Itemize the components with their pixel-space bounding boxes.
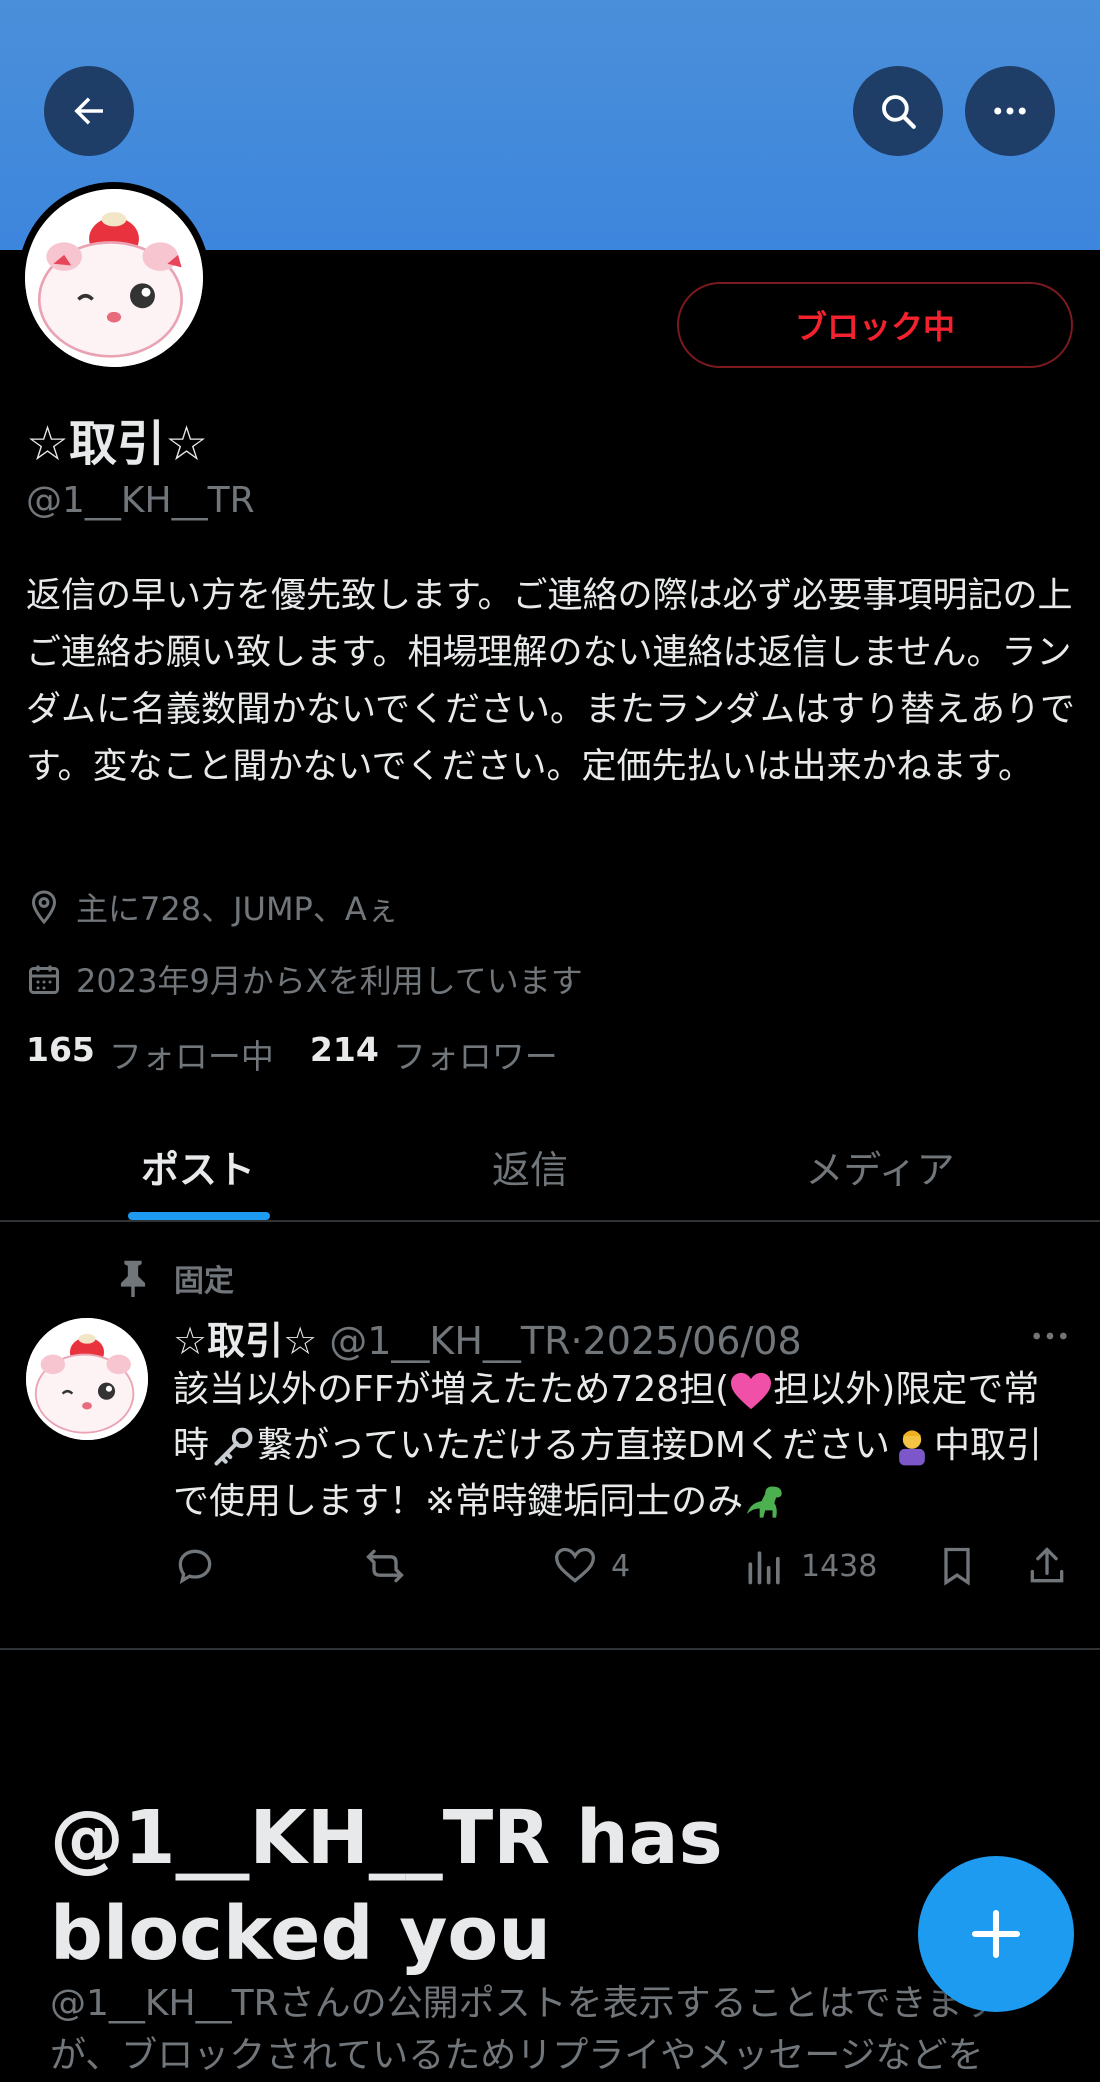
post-actions: 4 1438 — [173, 1544, 1073, 1596]
post-date[interactable]: 2025/06/08 — [583, 1319, 802, 1363]
following-label: フォロー中 — [108, 1037, 274, 1076]
blocked-notice-title: @1__KH__TR has blocked you — [50, 1795, 723, 1977]
heart-icon — [555, 1547, 595, 1583]
post-header: ☆取引☆ @1__KH__TR·2025/06/08 — [173, 1310, 802, 1365]
arrow-left-icon — [74, 97, 103, 125]
post-author-handle[interactable]: @1__KH__TR — [329, 1319, 570, 1363]
blocking-button[interactable]: ブロック中 — [677, 282, 1073, 368]
person-bowing-icon — [899, 1430, 925, 1466]
more-button[interactable] — [965, 66, 1055, 156]
views-chart-icon — [748, 1551, 780, 1585]
pin-icon — [120, 1260, 146, 1297]
profile-avatar[interactable] — [18, 182, 210, 374]
pinned-label: 固定 — [174, 1264, 234, 1299]
location-pin-icon — [31, 890, 57, 925]
post-text-part1: 該当以外のFFが増えたため728担( — [173, 1369, 730, 1410]
back-button[interactable] — [44, 66, 134, 156]
repost-action[interactable] — [363, 1544, 407, 1588]
post-divider — [0, 1648, 1100, 1650]
bookmark-action[interactable] — [935, 1544, 979, 1588]
profile-tabs: ポスト 返信 メディア — [0, 1110, 1100, 1222]
pinned-indicator: 固定 — [118, 1256, 234, 1300]
post-text: 該当以外のFFが増えたため728担(担以外)限定で常時 繋がっていただける方直接D… — [173, 1362, 1073, 1530]
follow-stats: 165 フォロー中 214 フォロワー — [26, 1030, 558, 1078]
like-count: 4 — [611, 1548, 631, 1584]
profile-location: 主に728、JUMP、Aぇ — [26, 884, 399, 930]
tab-media[interactable]: メディア — [780, 1110, 980, 1222]
views-action[interactable]: 1438 — [743, 1544, 877, 1588]
tab-replies[interactable]: 返信 — [430, 1110, 630, 1222]
location-text: 主に728、JUMP、Aぇ — [76, 890, 399, 928]
post-author-avatar[interactable] — [26, 1318, 148, 1440]
display-name: ☆取引☆ — [26, 416, 209, 472]
post-author-name[interactable]: ☆取引☆ — [173, 1319, 317, 1363]
dinosaur-icon — [747, 1486, 782, 1518]
key-icon — [214, 1427, 253, 1466]
compose-button[interactable] — [918, 1856, 1074, 2012]
tabs-divider — [0, 1220, 1100, 1222]
more-horizontal-icon — [994, 107, 1026, 115]
blocked-notice-description: @1__KH__TRさんの公開ポストを表示することはできますが、ブロックされてい… — [50, 1983, 999, 2076]
followers-label: フォロワー — [392, 1037, 558, 1076]
active-tab-indicator — [128, 1212, 270, 1220]
followers-count: 214 — [309, 1030, 379, 1069]
post-text-part3: 繋がっていただける方直接DMください — [257, 1425, 890, 1466]
followers-link[interactable]: 214 フォロワー — [310, 1030, 558, 1078]
repost-icon — [366, 1549, 404, 1583]
post-more-icon[interactable] — [1028, 1316, 1072, 1356]
following-link[interactable]: 165 フォロー中 — [26, 1030, 274, 1078]
search-icon — [882, 95, 916, 129]
profile-bio: 返信の早い方を優先致します。ご連絡の際は必ず必要事項明記の上ご連絡お願い致します… — [26, 576, 1075, 787]
calendar-icon — [29, 965, 59, 994]
bookmark-icon — [944, 1547, 970, 1586]
post-separator: · — [570, 1319, 583, 1363]
views-count: 1438 — [801, 1548, 878, 1584]
plus-icon — [971, 1909, 1021, 1959]
like-action[interactable]: 4 — [553, 1544, 630, 1588]
share-action[interactable] — [1025, 1544, 1069, 1588]
share-icon — [1030, 1547, 1064, 1583]
user-handle: @1__KH__TR — [26, 480, 255, 521]
avatar-image — [25, 189, 203, 367]
reply-action[interactable] — [173, 1544, 217, 1588]
search-button[interactable] — [853, 66, 943, 156]
profile-joined: 2023年9月からXを利用しています — [26, 956, 583, 1002]
following-count: 165 — [26, 1030, 95, 1069]
reply-icon — [178, 1549, 212, 1585]
joined-text: 2023年9月からXを利用しています — [76, 962, 583, 1000]
tab-posts[interactable]: ポスト — [100, 1110, 296, 1222]
pink-heart-icon — [731, 1372, 772, 1410]
